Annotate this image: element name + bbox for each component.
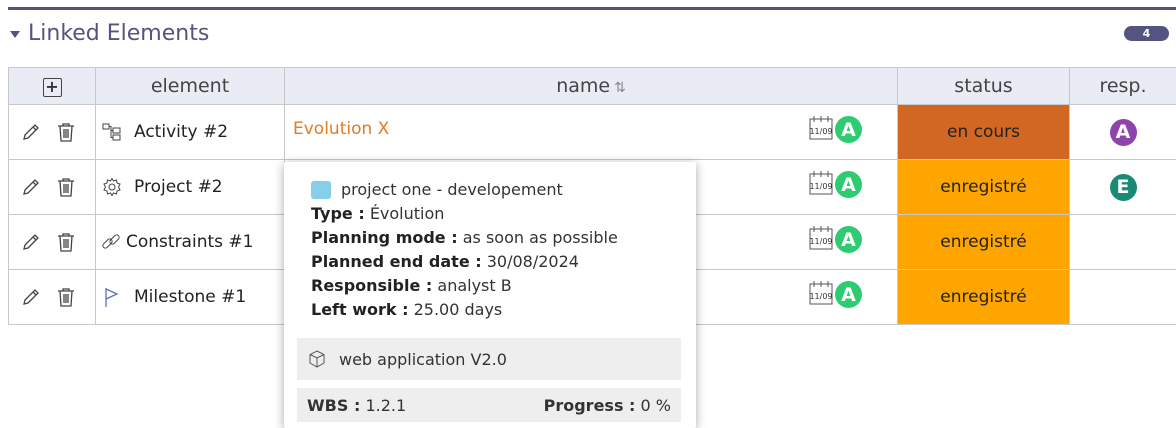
svg-text:11/09: 11/09 bbox=[809, 182, 832, 191]
product-box-icon bbox=[309, 350, 325, 368]
calendar-icon: 11/09 bbox=[809, 226, 833, 250]
delete-trash-icon[interactable] bbox=[55, 121, 77, 143]
tooltip-project-name: project one - developement bbox=[341, 180, 563, 199]
svg-text:11/09: 11/09 bbox=[809, 237, 832, 246]
sort-icon[interactable]: ⇅ bbox=[614, 80, 626, 96]
resp-cell: E bbox=[1069, 159, 1176, 215]
tooltip-resp-value: analyst B bbox=[437, 276, 512, 295]
header-name[interactable]: name ⇅ bbox=[284, 67, 898, 105]
assignee-avatar: A bbox=[835, 226, 862, 253]
element-tooltip: project one - developement Type : Évolut… bbox=[284, 162, 696, 428]
actions-cell bbox=[8, 104, 96, 160]
edit-pencil-icon[interactable] bbox=[21, 122, 41, 142]
name-cell: Evolution X 11/09 A bbox=[284, 104, 898, 160]
element-label[interactable]: Milestone #1 bbox=[134, 287, 246, 307]
gear-icon bbox=[103, 177, 121, 197]
responsible-avatar: A bbox=[1109, 118, 1137, 146]
project-color-swatch bbox=[311, 181, 331, 199]
tooltip-left-value: 25.00 days bbox=[413, 300, 503, 319]
tooltip-product: web application V2.0 bbox=[297, 338, 681, 380]
tooltip-left-work: Left work : 25.00 days bbox=[311, 298, 682, 322]
calendar-icon: 11/09 bbox=[809, 171, 833, 195]
header-name-label: name bbox=[556, 75, 611, 97]
tooltip-progress: Progress : 0 % bbox=[544, 396, 671, 415]
tooltip-type-label: Type : bbox=[311, 204, 365, 223]
assignee-avatar: A bbox=[835, 171, 862, 198]
tooltip-resp-label: Responsible : bbox=[311, 276, 433, 295]
edit-pencil-icon[interactable] bbox=[21, 177, 41, 197]
tooltip-wbs: WBS : 1.2.1 bbox=[307, 396, 406, 415]
header-element: element bbox=[95, 67, 285, 105]
element-label[interactable]: Project #2 bbox=[134, 177, 223, 197]
calendar-icon: 11/09 bbox=[809, 281, 833, 305]
tooltip-left-label: Left work : bbox=[311, 300, 409, 319]
delete-trash-icon[interactable] bbox=[55, 286, 77, 308]
tooltip-responsible: Responsible : analyst B bbox=[311, 274, 682, 298]
element-label[interactable]: Constraints #1 bbox=[126, 232, 253, 252]
tooltip-wbs-value: 1.2.1 bbox=[365, 395, 407, 415]
tooltip-product-name: web application V2.0 bbox=[339, 349, 507, 369]
actions-cell bbox=[8, 214, 96, 270]
tooltip-planning-label: Planning mode : bbox=[311, 228, 458, 247]
status-badge: enregistré bbox=[897, 214, 1070, 270]
status-badge: en cours bbox=[897, 104, 1070, 160]
element-cell: Milestone #1 bbox=[95, 269, 285, 325]
table-row: Activity #2 Evolution X 11/09 A en cours… bbox=[8, 104, 1176, 160]
section-header-linked-elements[interactable]: Linked Elements bbox=[10, 18, 209, 48]
header-status: status bbox=[897, 67, 1070, 105]
tooltip-progress-value: 0 % bbox=[640, 395, 671, 415]
caret-down-icon bbox=[10, 30, 20, 38]
header-resp: resp. bbox=[1069, 67, 1176, 105]
responsible-avatar: E bbox=[1109, 173, 1137, 201]
element-cell: Activity #2 bbox=[95, 104, 285, 160]
count-badge: 4 bbox=[1124, 26, 1169, 41]
tooltip-wbs-label: WBS : bbox=[307, 395, 361, 415]
tooltip-wbs-progress: WBS : 1.2.1 Progress : 0 % bbox=[297, 388, 681, 422]
resp-cell bbox=[1069, 214, 1176, 270]
tooltip-project: project one - developement bbox=[311, 178, 682, 202]
add-link-button[interactable]: + bbox=[42, 77, 62, 97]
calendar-icon: 11/09 bbox=[809, 116, 833, 140]
section-top-border bbox=[8, 7, 1176, 10]
element-cell: Project #2 bbox=[95, 159, 285, 215]
activity-icon bbox=[102, 123, 121, 141]
edit-pencil-icon[interactable] bbox=[21, 287, 41, 307]
status-badge: enregistré bbox=[897, 269, 1070, 325]
delete-trash-icon[interactable] bbox=[55, 176, 77, 198]
delete-trash-icon[interactable] bbox=[55, 231, 77, 253]
assignee-avatar: A bbox=[835, 116, 862, 143]
link-icon bbox=[102, 234, 120, 249]
svg-text:11/09: 11/09 bbox=[809, 292, 832, 301]
resp-cell bbox=[1069, 269, 1176, 325]
status-badge: enregistré bbox=[897, 159, 1070, 215]
tooltip-planning: Planning mode : as soon as possible bbox=[311, 226, 682, 250]
tooltip-end-value: 30/08/2024 bbox=[486, 252, 579, 271]
tooltip-type: Type : Évolution bbox=[311, 202, 682, 226]
section-title: Linked Elements bbox=[28, 20, 210, 46]
flag-icon bbox=[105, 288, 119, 307]
tooltip-progress-label: Progress : bbox=[543, 395, 636, 415]
assignee-avatar: A bbox=[835, 281, 862, 308]
table-header-row: + element name ⇅ status resp. bbox=[8, 67, 1176, 105]
resp-cell: A bbox=[1069, 104, 1176, 160]
tooltip-type-value: Évolution bbox=[369, 204, 445, 223]
tooltip-planning-value: as soon as possible bbox=[462, 228, 618, 247]
svg-text:11/09: 11/09 bbox=[809, 127, 832, 136]
actions-cell bbox=[8, 159, 96, 215]
element-label[interactable]: Activity #2 bbox=[134, 122, 228, 142]
tooltip-end-date: Planned end date : 30/08/2024 bbox=[311, 250, 682, 274]
element-name-link[interactable]: Evolution X bbox=[293, 119, 389, 139]
element-cell: Constraints #1 bbox=[95, 214, 285, 270]
header-add: + bbox=[8, 67, 96, 105]
edit-pencil-icon[interactable] bbox=[21, 232, 41, 252]
tooltip-end-label: Planned end date : bbox=[311, 252, 482, 271]
actions-cell bbox=[8, 269, 96, 325]
